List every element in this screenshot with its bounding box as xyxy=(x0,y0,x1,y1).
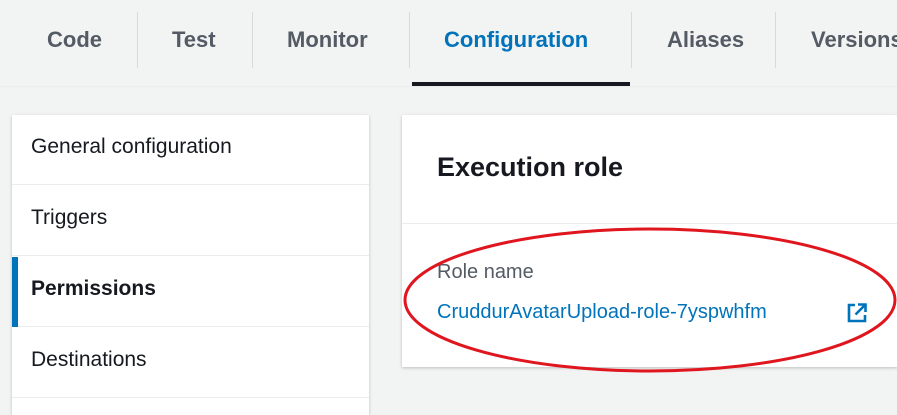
tab-separator xyxy=(775,12,776,68)
tab-test[interactable]: Test xyxy=(172,26,216,54)
sidenav-item-destinations[interactable]: Destinations xyxy=(12,328,369,398)
tab-code[interactable]: Code xyxy=(47,26,102,54)
role-name-link[interactable]: CruddurAvatarUpload-role-7yspwhfm xyxy=(437,301,767,324)
tab-separator xyxy=(137,12,138,68)
external-link-icon[interactable] xyxy=(846,302,868,324)
execution-role-panel: Execution role Role name CruddurAvatarUp… xyxy=(402,115,897,367)
tab-separator xyxy=(252,12,253,68)
panel-title: Execution role xyxy=(437,152,624,182)
sidenav-item-label: General configuration xyxy=(31,135,232,158)
tab-bar: Code Test Monitor Configuration Aliases … xyxy=(0,0,897,88)
tab-separator xyxy=(409,12,410,68)
sidenav-item-label: Permissions xyxy=(31,277,156,300)
configuration-side-nav: General configuration Triggers Permissio… xyxy=(12,115,369,415)
sidenav-item-label: Destinations xyxy=(31,348,147,371)
tab-bar-divider xyxy=(0,86,897,87)
tab-configuration[interactable]: Configuration xyxy=(444,26,588,54)
role-name-label: Role name xyxy=(437,261,534,283)
panel-divider xyxy=(402,223,897,224)
tab-versions[interactable]: Versions xyxy=(811,26,897,54)
tab-separator xyxy=(631,12,632,68)
sidenav-item-label: Triggers xyxy=(31,206,108,229)
sidenav-item-general-configuration[interactable]: General configuration xyxy=(12,115,369,185)
tab-aliases[interactable]: Aliases xyxy=(667,26,744,54)
tab-monitor[interactable]: Monitor xyxy=(287,26,368,54)
sidenav-item-permissions[interactable]: Permissions xyxy=(12,257,369,327)
sidenav-item-triggers[interactable]: Triggers xyxy=(12,186,369,256)
